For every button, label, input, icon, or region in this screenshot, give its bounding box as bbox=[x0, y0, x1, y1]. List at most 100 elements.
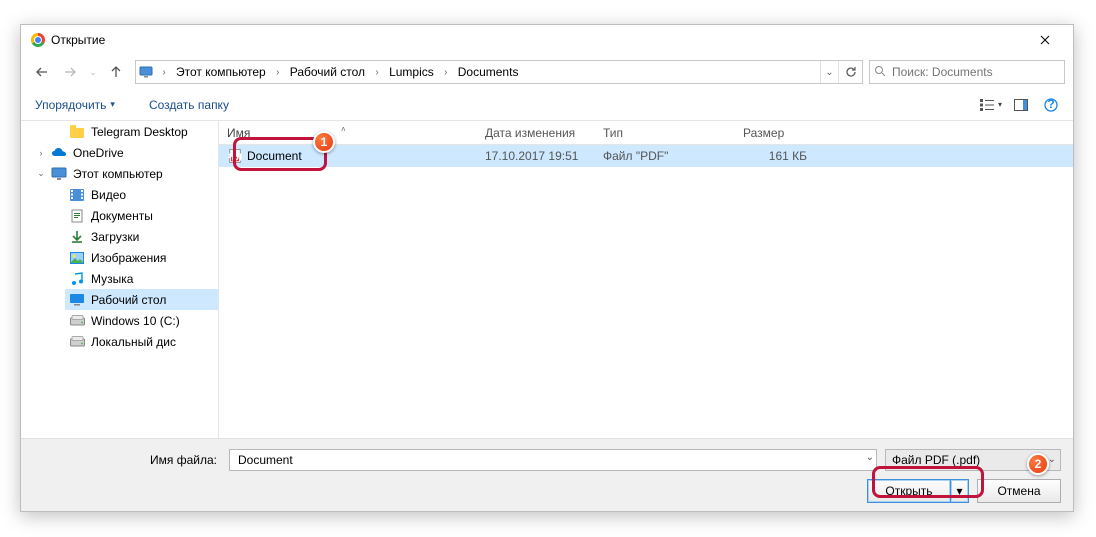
thispc-icon bbox=[51, 166, 67, 182]
sidebar-item-7[interactable]: Музыка bbox=[65, 268, 218, 289]
toolbar: Упорядочить ▾ Создать папку ▾ ? bbox=[21, 89, 1073, 121]
col-name[interactable]: Имя ˄ bbox=[219, 126, 477, 140]
breadcrumb-dropdown[interactable]: ⌄ bbox=[820, 61, 838, 83]
filetype-value: Файл PDF (.pdf) bbox=[892, 453, 980, 467]
sidebar-item-label: Локальный дис bbox=[91, 335, 176, 349]
sidebar-item-label: Изображения bbox=[91, 251, 166, 265]
help-icon: ? bbox=[1044, 98, 1058, 112]
sidebar-item-label: Загрузки bbox=[91, 230, 139, 244]
new-folder-label: Создать папку bbox=[149, 98, 229, 112]
sidebar: Telegram Desktop › OneDrive ⌄ Этот компьютер… bbox=[21, 121, 219, 438]
cancel-button[interactable]: Отмена bbox=[977, 479, 1061, 503]
onedrive-icon bbox=[51, 145, 67, 161]
col-type[interactable]: Тип bbox=[595, 126, 735, 140]
search-input[interactable] bbox=[890, 64, 1060, 80]
help-button[interactable]: ? bbox=[1037, 93, 1065, 117]
chevron-down-icon[interactable]: ⌄ bbox=[866, 452, 874, 463]
sidebar-item-3[interactable]: Видео bbox=[65, 184, 218, 205]
title-bar: Открытие bbox=[21, 25, 1073, 55]
drive-icon bbox=[69, 334, 85, 350]
back-button[interactable] bbox=[29, 59, 55, 85]
sidebar-item-label: OneDrive bbox=[73, 146, 124, 160]
drive-icon bbox=[69, 313, 85, 329]
cell-name: PDFDocument bbox=[219, 148, 477, 164]
sidebar-item-1[interactable]: OneDrive bbox=[47, 142, 218, 163]
sidebar-item-label: Рабочий стол bbox=[91, 293, 166, 307]
sidebar-item-2[interactable]: Этот компьютер bbox=[47, 163, 218, 184]
filename-input[interactable] bbox=[236, 450, 856, 470]
preview-pane-icon bbox=[1014, 99, 1028, 111]
sidebar-item-9[interactable]: Windows 10 (C:) bbox=[65, 310, 218, 331]
chevron-right-icon[interactable]: › bbox=[270, 67, 286, 78]
close-button[interactable] bbox=[1023, 26, 1067, 54]
arrow-left-icon bbox=[35, 65, 49, 79]
sidebar-item-8[interactable]: Рабочий стол bbox=[65, 289, 218, 310]
recent-dropdown[interactable]: ⌄ bbox=[85, 59, 101, 85]
open-button-group: Открыть ▾ bbox=[867, 479, 969, 503]
col-size[interactable]: Размер bbox=[735, 126, 831, 140]
svg-text:PDF: PDF bbox=[228, 151, 242, 163]
chevron-down-icon: ⌄ bbox=[825, 67, 833, 78]
chevron-right-icon[interactable]: › bbox=[438, 67, 454, 78]
open-button[interactable]: Открыть bbox=[867, 479, 951, 503]
sidebar-item-label: Документы bbox=[91, 209, 153, 223]
view-mode-button[interactable]: ▾ bbox=[977, 93, 1005, 117]
sidebar-item-0[interactable]: Telegram Desktop bbox=[65, 121, 218, 142]
breadcrumb-seg-2[interactable]: Lumpics bbox=[385, 61, 438, 83]
chevron-down-icon: ▾ bbox=[110, 99, 115, 110]
file-row[interactable]: PDFDocument17.10.2017 19:51Файл "PDF"161… bbox=[219, 145, 1073, 167]
sidebar-item-10[interactable]: Локальный дис bbox=[65, 331, 218, 352]
filetype-select[interactable]: Файл PDF (.pdf) ⌄ bbox=[885, 449, 1061, 471]
music-icon bbox=[69, 271, 85, 287]
sort-asc-icon: ˄ bbox=[341, 125, 346, 134]
tree-chevron-icon[interactable]: › bbox=[35, 148, 47, 158]
up-button[interactable] bbox=[103, 59, 129, 85]
col-date[interactable]: Дата изменения bbox=[477, 126, 595, 140]
video-icon bbox=[69, 187, 85, 203]
chevron-down-icon: ▾ bbox=[956, 484, 962, 498]
chevron-right-icon[interactable]: › bbox=[369, 67, 385, 78]
img-icon bbox=[69, 250, 85, 266]
dl-icon bbox=[69, 229, 85, 245]
search-box[interactable] bbox=[869, 60, 1065, 84]
sidebar-item-label: Telegram Desktop bbox=[91, 125, 188, 139]
sidebar-item-label: Windows 10 (C:) bbox=[91, 314, 180, 328]
open-dropdown[interactable]: ▾ bbox=[951, 479, 969, 503]
sidebar-item-4[interactable]: Документы bbox=[65, 205, 218, 226]
new-folder-button[interactable]: Создать папку bbox=[143, 94, 235, 116]
chrome-icon bbox=[31, 33, 45, 47]
breadcrumb-seg-1[interactable]: Рабочий стол bbox=[286, 61, 369, 83]
arrow-right-icon bbox=[63, 65, 77, 79]
sidebar-item-6[interactable]: Изображения bbox=[65, 247, 218, 268]
breadcrumb-seg-0[interactable]: Этот компьютер bbox=[172, 61, 270, 83]
column-headers: Имя ˄ Дата изменения Тип Размер bbox=[219, 121, 1073, 145]
grid-body[interactable]: PDFDocument17.10.2017 19:51Файл "PDF"161… bbox=[219, 145, 1073, 438]
refresh-button[interactable] bbox=[838, 61, 862, 83]
filename-field[interactable]: ⌄ bbox=[229, 449, 877, 471]
cell-date: 17.10.2017 19:51 bbox=[477, 149, 595, 163]
pdf-file-icon: PDF bbox=[227, 148, 243, 164]
nav-bar: ⌄ › Этот компьютер › Рабочий стол › Lump… bbox=[21, 55, 1073, 89]
chevron-down-icon: ⌄ bbox=[89, 67, 97, 78]
arrow-up-icon bbox=[109, 65, 123, 79]
preview-pane-button[interactable] bbox=[1007, 93, 1035, 117]
desktop-icon bbox=[69, 292, 85, 308]
cell-size: 161 КБ bbox=[735, 149, 831, 163]
sidebar-item-5[interactable]: Загрузки bbox=[65, 226, 218, 247]
cell-type: Файл "PDF" bbox=[595, 149, 735, 163]
pc-icon bbox=[136, 66, 156, 78]
view-icon bbox=[980, 99, 996, 111]
bottom-panel: Имя файла: ⌄ Файл PDF (.pdf) ⌄ Открыть ▾… bbox=[21, 438, 1073, 511]
tree-chevron-icon[interactable]: ⌄ bbox=[35, 168, 47, 179]
open-dialog: Открытие ⌄ › bbox=[20, 24, 1074, 512]
breadcrumb-seg-3[interactable]: Documents bbox=[454, 61, 523, 83]
sidebar-item-label: Этот компьютер bbox=[73, 167, 163, 181]
window-title: Открытие bbox=[51, 33, 105, 47]
chevron-down-icon: ⌄ bbox=[1048, 454, 1056, 465]
docs-icon bbox=[69, 208, 85, 224]
file-list: Имя ˄ Дата изменения Тип Размер PDFDocum… bbox=[219, 121, 1073, 438]
chevron-right-icon[interactable]: › bbox=[156, 67, 172, 78]
organize-menu[interactable]: Упорядочить ▾ bbox=[29, 94, 121, 116]
breadcrumb[interactable]: › Этот компьютер › Рабочий стол › Lumpic… bbox=[135, 60, 863, 84]
forward-button[interactable] bbox=[57, 59, 83, 85]
